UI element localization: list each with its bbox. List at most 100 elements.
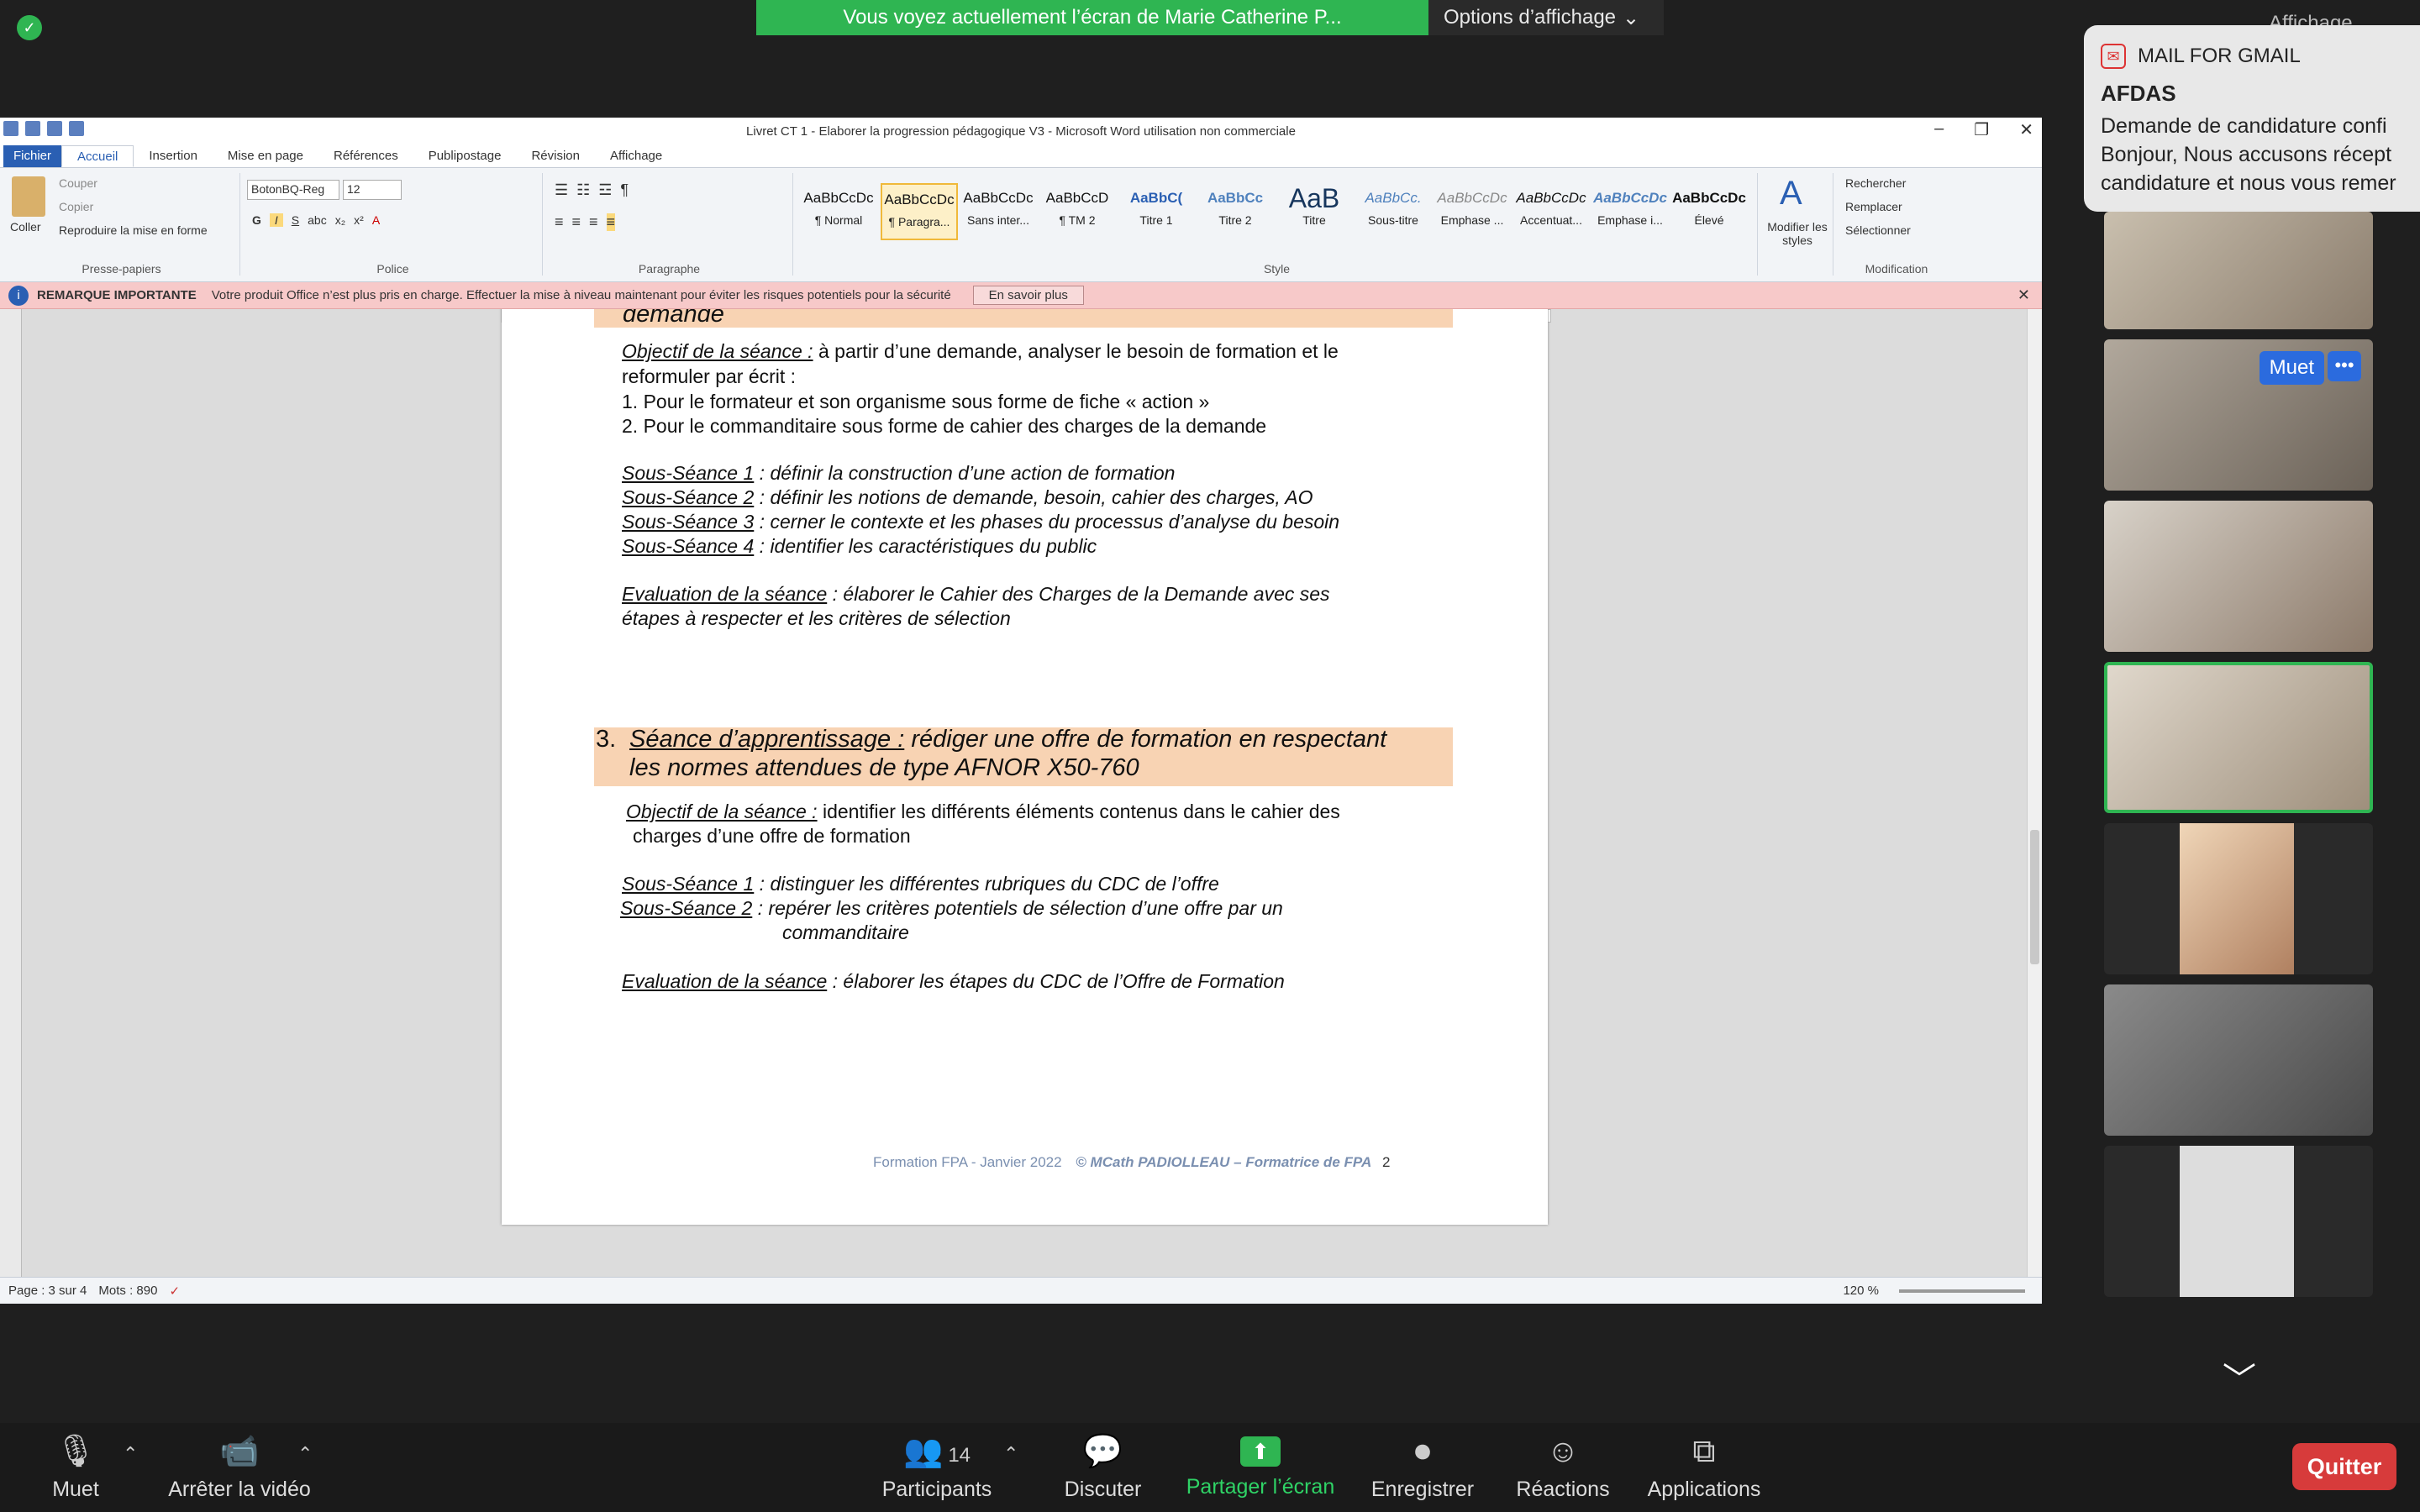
style-label: Accentuat...: [1520, 213, 1582, 227]
sub-session-line: Sous-Séance 2 : définir les notions de d…: [622, 486, 1313, 510]
style-normal[interactable]: AaBbCcDc ¶ Normal: [800, 183, 877, 240]
styles-group: AaBbCcDc ¶ Normal AaBbCcDc ¶ Paragra... Aa…: [797, 173, 1758, 276]
participant-video-tile[interactable]: [2104, 823, 2373, 974]
security-shield-icon[interactable]: ✓: [17, 15, 42, 40]
record-label: Enregistrer: [1370, 1477, 1475, 1501]
style-titre1[interactable]: AaBbC(Titre 1: [1118, 183, 1195, 240]
sub-session-line: Sous-Séance 3 : cerner le contexte et le…: [622, 510, 1339, 534]
tab-publipostage[interactable]: Publipostage: [413, 145, 517, 167]
mute-button[interactable]: 🎙 Muet: [42, 1423, 109, 1512]
chat-label: Discuter: [1064, 1477, 1142, 1501]
style-emphase-intense[interactable]: AaBbCcDc Emphase i...: [1591, 183, 1669, 240]
bullets-icon[interactable]: ☰: [555, 181, 568, 199]
style-paragraphe[interactable]: AaBbCcDc ¶ Paragra...: [881, 183, 958, 240]
stop-video-button[interactable]: 📹 Arrêter la vidéo: [160, 1423, 319, 1512]
audio-options-caret-icon[interactable]: ⌃: [123, 1443, 138, 1465]
style-emphase-pale[interactable]: AaBbCcDc Emphase ...: [1434, 183, 1511, 240]
style-sans-interligne[interactable]: AaBbCcDc Sans inter...: [960, 183, 1037, 240]
restore-icon[interactable]: ❐: [1974, 119, 1989, 140]
notification-app-name: MAIL FOR GMAIL: [2138, 45, 2301, 67]
underline-button[interactable]: S: [292, 213, 299, 227]
pilcrow-icon[interactable]: ¶: [620, 181, 629, 199]
paragraph-group: ☰ ☷ ☲ ¶ ≡ ≡ ≡ ≡ Paragraphe: [546, 173, 793, 276]
apps-button[interactable]: ⧉ Applications: [1639, 1423, 1770, 1512]
format-painter-button[interactable]: Reproduire la mise en forme: [59, 223, 208, 237]
style-titre2[interactable]: AaBbCc Titre 2: [1197, 183, 1274, 240]
tab-accueil[interactable]: Accueil: [61, 145, 134, 167]
font-name-select[interactable]: BotonBQ-Reg: [247, 180, 339, 200]
copy-button[interactable]: Copier: [59, 200, 93, 213]
style-sous-titre[interactable]: AaBbCc. Sous-titre: [1355, 183, 1432, 240]
participant-video-tile[interactable]: [2104, 501, 2373, 652]
participant-video-tile[interactable]: [2104, 984, 2373, 1136]
justify-icon[interactable]: ≡: [606, 213, 616, 231]
strikethrough-button[interactable]: abc: [308, 213, 327, 227]
participant-video: [2180, 823, 2294, 974]
cut-button[interactable]: Couper: [59, 176, 97, 190]
change-styles-button[interactable]: Modifier les styles: [1765, 220, 1830, 247]
style-tm2[interactable]: AaBbCcD ¶ TM 2: [1039, 183, 1116, 240]
view-options-button[interactable]: Options d’affichage ⌄: [1428, 0, 1664, 35]
multilevel-icon[interactable]: ☲: [598, 181, 612, 199]
objective-line: Objectif de la séance : identifier les d…: [626, 800, 1340, 824]
scroll-thumb[interactable]: [2030, 830, 2039, 964]
word-count[interactable]: Mots : 890: [98, 1284, 157, 1298]
participant-video-tile[interactable]: Muet •••: [2104, 339, 2373, 491]
sub-session-label: Sous-Séance 3: [622, 511, 755, 533]
reactions-button[interactable]: ☺ Réactions: [1504, 1423, 1622, 1512]
video-options-caret-icon[interactable]: ⌃: [297, 1443, 313, 1465]
bold-button[interactable]: G: [252, 213, 261, 227]
find-button[interactable]: Rechercher: [1845, 176, 1906, 190]
share-screen-button[interactable]: ⬆ Partager l’écran: [1176, 1423, 1344, 1512]
proofing-icon[interactable]: ✓: [169, 1284, 180, 1299]
style-eleve[interactable]: AaBbCcDc Élevé: [1670, 183, 1748, 240]
paste-label[interactable]: Coller: [10, 220, 41, 234]
align-right-icon[interactable]: ≡: [589, 213, 598, 231]
style-accentuation[interactable]: AaBbCcDc Accentuat...: [1512, 183, 1590, 240]
italic-button[interactable]: I: [269, 213, 283, 227]
font-color-icon[interactable]: A: [372, 213, 380, 227]
participants-caret-icon[interactable]: ⌃: [1003, 1443, 1018, 1465]
participants-button[interactable]: 👥 14 Participants: [874, 1423, 1000, 1512]
subscript-button[interactable]: x₂: [335, 213, 345, 227]
align-center-icon[interactable]: ≡: [572, 213, 581, 231]
minimize-icon[interactable]: –: [1934, 119, 1944, 140]
learn-more-button[interactable]: En savoir plus: [972, 286, 1084, 305]
close-notice-icon[interactable]: ✕: [2018, 286, 2030, 304]
numbering-icon[interactable]: ☷: [576, 181, 590, 199]
tab-affichage[interactable]: Affichage: [595, 145, 677, 167]
zoom-level[interactable]: 120 %: [1843, 1284, 1879, 1298]
record-button[interactable]: ⏺ Enregistrer: [1361, 1423, 1484, 1512]
mute-participant-button[interactable]: Muet: [2259, 351, 2324, 385]
close-icon[interactable]: ✕: [2019, 119, 2033, 140]
align-left-icon[interactable]: ≡: [555, 213, 564, 231]
page-count[interactable]: Page : 3 sur 4: [8, 1284, 87, 1298]
participant-video-tile[interactable]: [2104, 1146, 2373, 1297]
participant-video-tile[interactable]: [2104, 212, 2373, 329]
replace-button[interactable]: Remplacer: [1845, 200, 1902, 213]
zoom-slider[interactable]: [1899, 1289, 2025, 1293]
style-titre[interactable]: AaB Titre: [1276, 183, 1353, 240]
more-options-icon[interactable]: •••: [2328, 351, 2361, 381]
style-label: Emphase ...: [1440, 213, 1504, 227]
reactions-label: Réactions: [1516, 1477, 1610, 1501]
tab-insertion[interactable]: Insertion: [134, 145, 213, 167]
tab-mise-en-page[interactable]: Mise en page: [213, 145, 318, 167]
quit-meeting-button[interactable]: Quitter: [2292, 1443, 2396, 1490]
superscript-button[interactable]: x²: [354, 213, 364, 227]
select-button[interactable]: Sélectionner: [1845, 223, 1911, 237]
change-styles-icon[interactable]: A: [1780, 175, 1802, 213]
sub-session-text: : cerner le contexte et les phases du pr…: [754, 511, 1340, 533]
document-page[interactable]: demande Objectif de la séance : à partir…: [502, 309, 1548, 1225]
document-area[interactable]: demande Objectif de la séance : à partir…: [0, 309, 2042, 1277]
active-speaker-video-tile[interactable]: [2104, 662, 2373, 813]
chat-button[interactable]: 💬 Discuter: [1050, 1423, 1155, 1512]
scroll-down-chevron-icon[interactable]: ﹀: [2210, 1352, 2269, 1399]
tab-revision[interactable]: Révision: [516, 145, 595, 167]
font-size-select[interactable]: 12: [343, 180, 402, 200]
mail-notification[interactable]: ✉ MAIL FOR GMAIL AFDAS Demande de candida…: [2084, 25, 2420, 212]
paste-icon[interactable]: [12, 176, 45, 217]
tab-references[interactable]: Références: [318, 145, 413, 167]
vertical-scrollbar[interactable]: [2027, 309, 2042, 1277]
tab-fichier[interactable]: Fichier: [3, 145, 62, 167]
